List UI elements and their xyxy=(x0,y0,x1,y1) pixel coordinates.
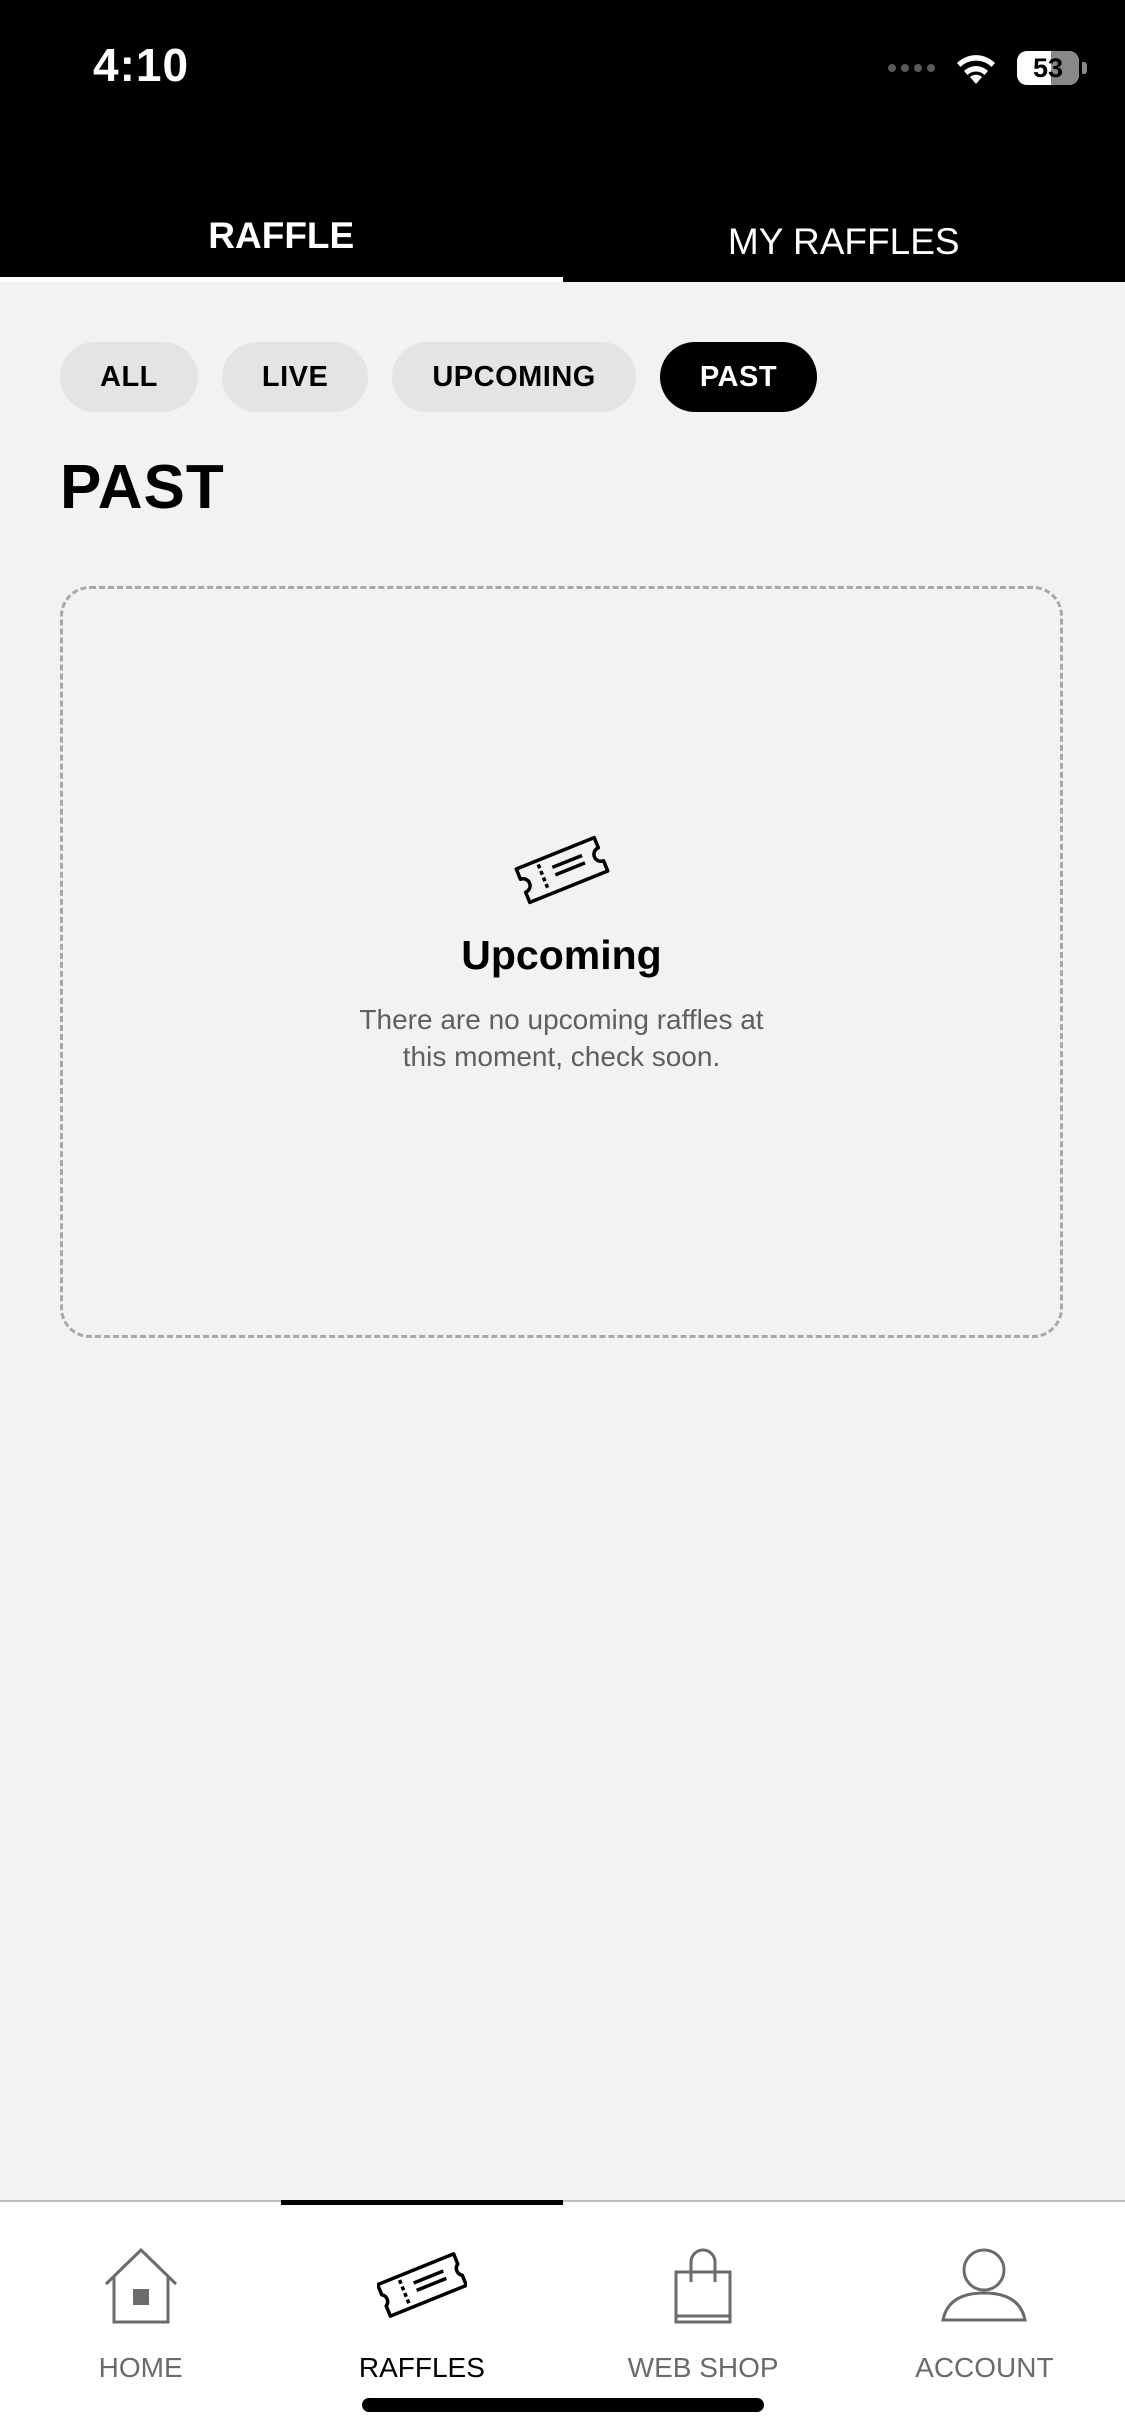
tab-my-raffles[interactable]: MY RAFFLES xyxy=(563,190,1125,282)
battery-level: 53 xyxy=(1032,52,1064,83)
ticket-icon xyxy=(514,835,609,904)
nav-web-shop-label: WEB SHOP xyxy=(627,2352,779,2383)
app-header: 4:10 53 RAFFLE MY RAFFLES xyxy=(0,0,1125,282)
tab-raffle[interactable]: RAFFLE xyxy=(0,190,563,282)
nav-account[interactable]: ACCOUNT xyxy=(844,2202,1125,2436)
status-time: 4:10 xyxy=(93,39,190,91)
nav-raffles-label: RAFFLES xyxy=(358,2352,485,2383)
filter-upcoming[interactable]: UPCOMING xyxy=(392,342,636,412)
nav-home[interactable]: HOME xyxy=(0,2202,281,2436)
user-icon xyxy=(941,2248,1028,2322)
section-title: PAST xyxy=(60,453,225,522)
filter-all[interactable]: ALL xyxy=(60,342,198,412)
ticket-icon xyxy=(376,2252,467,2318)
empty-state-message: There are no upcoming raffles at this mo… xyxy=(359,1003,764,1072)
shopping-bag-icon xyxy=(674,2248,732,2324)
filter-chips: ALL LIVE UPCOMING PAST xyxy=(60,342,818,412)
empty-state-card: Upcoming There are no upcoming raffles a… xyxy=(60,586,1063,1338)
home-icon xyxy=(104,2247,177,2324)
empty-state-title: Upcoming xyxy=(461,931,662,978)
raffle-tabs: RAFFLE MY RAFFLES xyxy=(0,190,1125,282)
filter-live[interactable]: LIVE xyxy=(221,342,369,412)
home-indicator xyxy=(362,2398,764,2412)
status-indicators: 53 xyxy=(888,48,1087,88)
nav-account-label: ACCOUNT xyxy=(915,2352,1054,2383)
filter-past[interactable]: PAST xyxy=(659,342,818,412)
wifi-icon xyxy=(957,55,995,84)
nav-home-label: HOME xyxy=(98,2352,183,2383)
battery-cap xyxy=(1082,62,1087,74)
signal-icon xyxy=(888,64,935,72)
battery-icon: 53 xyxy=(1017,51,1079,85)
